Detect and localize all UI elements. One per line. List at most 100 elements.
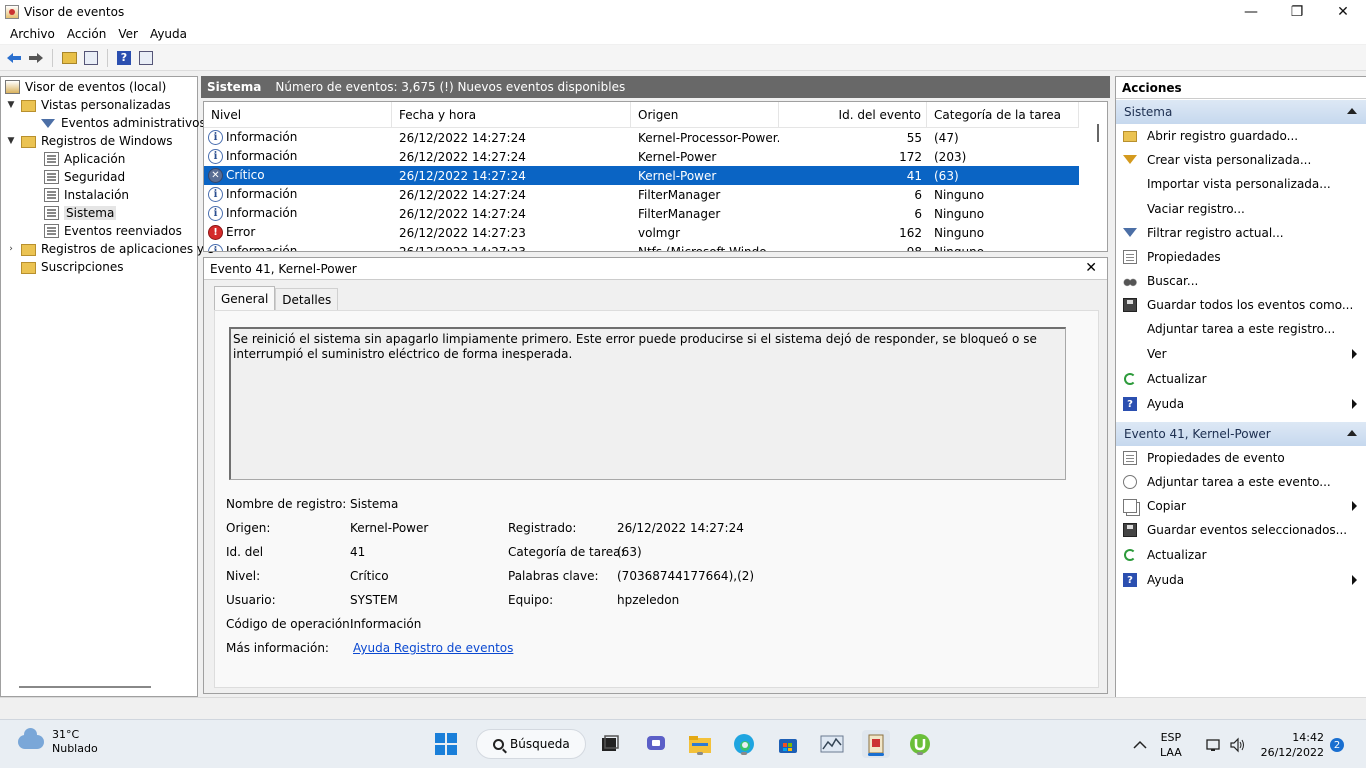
vertical-scrollbar[interactable]	[1097, 124, 1099, 142]
tree-item-app-services[interactable]: › Registros de aplicaciones y s	[5, 240, 214, 258]
event-viewer-taskbar-icon[interactable]	[862, 730, 890, 758]
show-hide-tree-icon[interactable]	[81, 48, 101, 68]
language-indicator[interactable]: ESP LAA	[1160, 720, 1182, 768]
column-event-id[interactable]: Id. del evento	[779, 102, 927, 128]
column-level[interactable]: Nivel	[204, 102, 392, 128]
tree-item-subscriptions[interactable]: Suscripciones	[21, 258, 123, 276]
performance-monitor-icon[interactable]	[818, 730, 846, 758]
show-hidden-icons[interactable]	[1133, 720, 1147, 768]
file-explorer-icon[interactable]	[686, 730, 714, 758]
help-link[interactable]: Ayuda Registro de eventos	[353, 641, 513, 655]
chevron-down-icon[interactable]: ▼	[5, 100, 17, 110]
maximize-button[interactable]: ❐	[1274, 0, 1320, 23]
event-description[interactable]: Se reinició el sistema sin apagarlo limp…	[229, 327, 1066, 480]
value-task-category[interactable]: (63)	[617, 545, 642, 559]
action-adjuntar-tarea-a-este-evento[interactable]: Adjuntar tarea a este evento...	[1116, 471, 1366, 493]
value-keywords[interactable]: (70368744177664),(2)	[617, 569, 754, 583]
value-level[interactable]: Crítico	[350, 569, 389, 583]
table-row[interactable]: i Información 26/12/2022 14:27:24 FilterMan…	[204, 185, 1079, 204]
tab-general[interactable]: General	[214, 286, 276, 310]
table-row[interactable]: i Información 26/12/2022 14:27:24 Kernel-Po…	[204, 147, 1079, 166]
chevron-right-icon[interactable]: ›	[5, 244, 17, 254]
forward-arrow-icon[interactable]	[26, 48, 46, 68]
value-opcode[interactable]: Información	[350, 617, 421, 631]
tree-item-setup[interactable]: Instalación	[44, 186, 129, 204]
back-arrow-icon[interactable]	[4, 48, 24, 68]
store-icon[interactable]	[774, 730, 802, 758]
clock-time: 14:42	[1292, 731, 1324, 744]
value-computer[interactable]: hpzeledon	[617, 593, 679, 607]
collapse-icon[interactable]	[1347, 430, 1357, 436]
column-category[interactable]: Categoría de la tarea	[927, 102, 1079, 128]
value-logged[interactable]: 26/12/2022 14:27:24	[617, 521, 744, 535]
tab-details[interactable]: Detalles	[275, 288, 339, 310]
action-buscar[interactable]: Buscar...	[1116, 270, 1366, 292]
tree-item-custom-views[interactable]: ▼ Vistas personalizadas	[5, 96, 171, 114]
up-folder-icon[interactable]	[59, 48, 79, 68]
collapse-icon[interactable]	[1347, 108, 1357, 114]
action-crear-vista-personalizada[interactable]: Crear vista personalizada...	[1116, 149, 1366, 171]
action-filtrar-registro-actual[interactable]: Filtrar registro actual...	[1116, 222, 1366, 244]
value-log-name[interactable]: Sistema	[350, 497, 398, 511]
notification-badge[interactable]: 2	[1330, 738, 1344, 752]
menu-ver[interactable]: Ver	[112, 27, 144, 41]
action-propiedades-de-evento[interactable]: Propiedades de evento	[1116, 447, 1366, 469]
horizontal-scrollbar[interactable]	[19, 686, 151, 688]
level-text: Información	[226, 130, 298, 144]
utorrent-icon[interactable]	[906, 730, 934, 758]
detail-tabs: General Detalles	[214, 286, 339, 310]
value-event-id[interactable]: 41	[350, 545, 365, 559]
column-date[interactable]: Fecha y hora	[392, 102, 631, 128]
actions-section-event[interactable]: Evento 41, Kernel-Power	[1116, 422, 1366, 446]
menu-ayuda[interactable]: Ayuda	[144, 27, 193, 41]
tree-item-security[interactable]: Seguridad	[44, 168, 125, 186]
table-row[interactable]: i Información 26/12/2022 14:27:24 FilterMan…	[204, 204, 1079, 223]
edge-browser-icon[interactable]	[730, 730, 758, 758]
chevron-down-icon[interactable]: ▼	[5, 136, 17, 146]
action-label: Guardar todos los eventos como...	[1147, 298, 1354, 312]
action-ayuda[interactable]: ? Ayuda	[1116, 393, 1366, 415]
action-ver[interactable]: Ver	[1116, 343, 1366, 365]
table-row[interactable]: i Información 26/12/2022 14:27:24 Kernel-Pr…	[204, 128, 1079, 147]
action-actualizar[interactable]: Actualizar	[1116, 544, 1366, 566]
close-icon[interactable]: ✕	[1085, 260, 1097, 276]
value-user[interactable]: SYSTEM	[350, 593, 398, 607]
task-view-icon[interactable]	[596, 730, 624, 758]
weather-widget[interactable]: 31°C Nublado	[18, 728, 98, 756]
help-icon[interactable]: ?	[114, 48, 134, 68]
action-ayuda[interactable]: ? Ayuda	[1116, 569, 1366, 591]
clock[interactable]: 14:42 26/12/2022	[1261, 730, 1324, 760]
minimize-button[interactable]: —	[1228, 0, 1274, 23]
action-copiar[interactable]: Copiar	[1116, 495, 1366, 517]
action-guardar-eventos-seleccionados[interactable]: Guardar eventos seleccionados...	[1116, 519, 1366, 541]
actions-section-system[interactable]: Sistema	[1116, 100, 1366, 124]
network-icon[interactable]	[1205, 720, 1223, 768]
table-row[interactable]: ! Error 26/12/2022 14:27:23 volmgr 162 Ningun…	[204, 223, 1079, 242]
taskbar-search[interactable]: Búsqueda	[476, 729, 586, 759]
chat-icon[interactable]	[642, 730, 670, 758]
tree-item-root[interactable]: Visor de eventos (local)	[5, 78, 166, 96]
action-guardar-todos-los-eventos-como[interactable]: Guardar todos los eventos como...	[1116, 294, 1366, 316]
action-actualizar[interactable]: Actualizar	[1116, 368, 1366, 390]
menu-archivo[interactable]: Archivo	[4, 27, 61, 41]
action-abrir-registro-guardado[interactable]: Abrir registro guardado...	[1116, 125, 1366, 147]
action-vaciar-registro[interactable]: Vaciar registro...	[1116, 198, 1366, 220]
volume-icon[interactable]	[1229, 720, 1247, 768]
tree-item-forwarded[interactable]: Eventos reenviados	[44, 222, 182, 240]
action-importar-vista-personalizada[interactable]: Importar vista personalizada...	[1116, 173, 1366, 195]
table-row[interactable]: i Información 26/12/2022 14:27:23 Ntfs (Mic…	[204, 242, 1079, 251]
tree-item-windows-logs[interactable]: ▼ Registros de Windows	[5, 132, 173, 150]
close-button[interactable]: ✕	[1320, 0, 1366, 23]
value-source[interactable]: Kernel-Power	[350, 521, 428, 535]
column-source[interactable]: Origen	[631, 102, 779, 128]
table-row[interactable]: ✕ Crítico 26/12/2022 14:27:24 Kernel-Power 4…	[204, 166, 1079, 185]
filter-icon	[1123, 228, 1137, 237]
tree-item-application[interactable]: Aplicación	[44, 150, 125, 168]
show-hide-actions-icon[interactable]	[136, 48, 156, 68]
action-propiedades[interactable]: Propiedades	[1116, 246, 1366, 268]
start-button[interactable]	[432, 730, 460, 758]
tree-item-system[interactable]: Sistema	[44, 204, 117, 222]
menu-accion[interactable]: Acción	[61, 27, 112, 41]
action-adjuntar-tarea-a-este-registro[interactable]: Adjuntar tarea a este registro...	[1116, 318, 1366, 340]
tree-item-admin-events[interactable]: Eventos administrativos	[41, 114, 206, 132]
